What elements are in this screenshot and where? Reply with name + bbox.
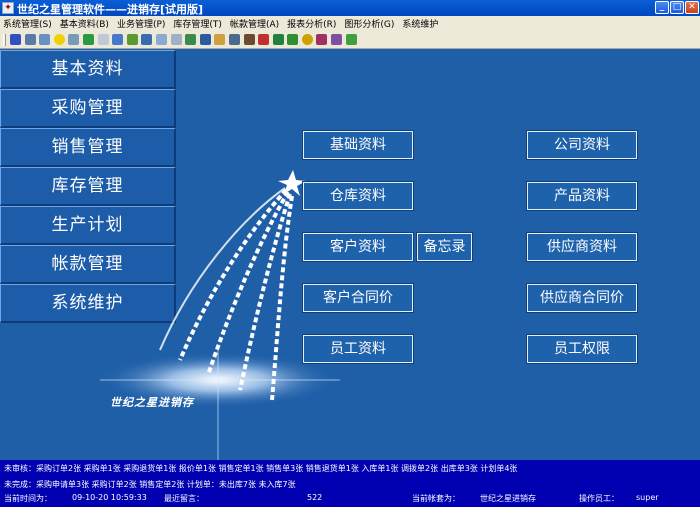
nav-basic-data[interactable]: 基本资料 [0, 50, 176, 89]
app-icon[interactable]: ✦ [2, 2, 14, 14]
pen-icon[interactable] [112, 34, 124, 45]
menu-system-maintenance[interactable]: 系统维护 [402, 17, 438, 30]
product-data-button[interactable]: 产品资料 [526, 181, 638, 211]
nav-purchase-management[interactable]: 采购管理 [0, 89, 176, 128]
coin-icon[interactable] [301, 34, 313, 45]
operator-label: 操作员工： [579, 494, 619, 503]
transfer-icon[interactable] [185, 34, 197, 45]
base-data-button[interactable]: 基础资料 [302, 130, 414, 160]
supplier-data-button[interactable]: 供应商资料 [526, 232, 638, 262]
book-icon[interactable] [39, 34, 51, 45]
toolbar [0, 31, 700, 49]
folder-icon[interactable] [214, 34, 226, 45]
stamp-icon[interactable] [316, 34, 328, 45]
close-button[interactable]: ✕ [685, 1, 699, 14]
menu-accounts-management[interactable]: 帐款管理(A) [230, 17, 279, 30]
money-icon[interactable] [287, 34, 299, 45]
employee-rights-button[interactable]: 员工权限 [526, 334, 638, 364]
menu-system-management[interactable]: 系统管理(S) [3, 17, 52, 30]
exit-icon[interactable] [345, 34, 357, 45]
menu-basic-data[interactable]: 基本资料(B) [60, 17, 109, 30]
book2-icon[interactable] [331, 34, 343, 45]
time-label: 当前时间为： [4, 494, 52, 503]
operator-value: super [636, 493, 659, 502]
customer-data-button[interactable]: 客户资料 [302, 232, 414, 262]
check-icon[interactable] [82, 34, 94, 45]
tag-icon[interactable] [199, 34, 211, 45]
nav-sales-management[interactable]: 销售管理 [0, 128, 176, 167]
time-value: 09-10-20 10:59:33 [72, 493, 147, 502]
customer-contract-price-button[interactable]: 客户合同价 [302, 283, 414, 313]
smiley-icon[interactable] [53, 34, 65, 45]
logo-text: 世纪之星进销存 [110, 396, 194, 409]
company-data-button[interactable]: 公司资料 [526, 130, 638, 160]
menu-inventory-management[interactable]: 库存管理(T) [173, 17, 222, 30]
message-value: 522 [307, 493, 323, 502]
user-icon[interactable] [10, 34, 21, 45]
grid-icon[interactable] [68, 34, 80, 45]
menu-report-analysis[interactable]: 报表分析(R) [287, 17, 336, 30]
box-icon[interactable] [170, 34, 182, 45]
truck-icon[interactable] [258, 34, 270, 45]
table-icon[interactable] [24, 34, 36, 45]
account-value: 世纪之星进销存 [480, 494, 536, 503]
status-area: 未审核：采购订单2张 采购单1张 采购退货单1张 报价单1张 销售定单1张 销售… [0, 460, 700, 507]
message-label: 最近留言： [164, 494, 204, 503]
person-icon[interactable] [243, 34, 255, 45]
unfinished-status: 未完成：采购申请单3张 采购订单2张 销售定单2张 计划单：未出库7张 未入库7… [4, 480, 296, 489]
menu-bar: 系统管理(S) 基本资料(B) 业务管理(P) 库存管理(T) 帐款管理(A) … [0, 16, 700, 31]
warehouse-data-button[interactable]: 仓库资料 [302, 181, 414, 211]
unreviewed-status: 未审核：采购订单2张 采购单1张 采购退货单1张 报价单1张 销售定单1张 销售… [4, 464, 518, 473]
memo-button[interactable]: 备忘录 [416, 232, 473, 262]
tools-icon[interactable] [141, 34, 153, 45]
employee-data-button[interactable]: 员工资料 [302, 334, 414, 364]
menu-graph-analysis[interactable]: 图形分析(G) [344, 17, 394, 30]
arrow-icon[interactable] [126, 34, 138, 45]
shield-icon[interactable] [272, 34, 284, 45]
chart-icon[interactable] [228, 34, 240, 45]
supplier-contract-price-button[interactable]: 供应商合同价 [526, 283, 638, 313]
menu-business-management[interactable]: 业务管理(P) [117, 17, 165, 30]
maximize-button[interactable]: □ [670, 1, 684, 14]
title-bar: ✦ 世纪之星管理软件——进销存[试用版] _ □ ✕ [0, 0, 700, 16]
window-title: 世纪之星管理软件——进销存[试用版] [17, 3, 204, 16]
toolbar-grip[interactable] [3, 33, 6, 46]
minimize-button[interactable]: _ [655, 1, 669, 14]
account-label: 当前帐套为： [412, 494, 460, 503]
logo-graphic [100, 170, 340, 460]
document-icon[interactable] [97, 34, 109, 45]
copy-icon[interactable] [155, 34, 167, 45]
